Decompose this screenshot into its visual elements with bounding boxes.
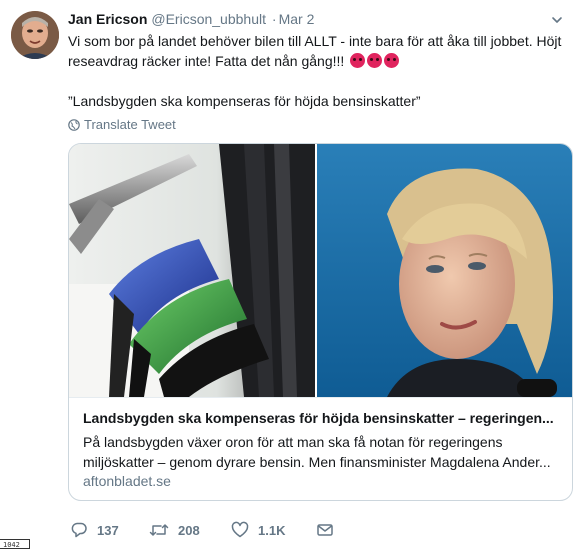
tweet-body: Vi som bor på landet behöver bilen till … <box>68 31 572 71</box>
tweet-body-text: Vi som bor på landet behöver bilen till … <box>68 33 562 69</box>
heart-icon <box>231 521 249 538</box>
retweet-icon <box>149 524 169 536</box>
card-desc-line: På landsbygden växer oron för att man sk… <box>83 434 503 450</box>
author-handle[interactable]: @Ericson_ubbhult <box>151 11 266 27</box>
angry-face-icon <box>384 53 400 68</box>
link-card[interactable]: Landsbygden ska kompenseras för höjda be… <box>68 143 573 501</box>
envelope-icon <box>317 524 333 536</box>
tweet-text: Vi som bor på landet behöver bilen till … <box>68 31 572 111</box>
retweet-count: 208 <box>178 523 200 538</box>
reply-icon <box>71 522 87 538</box>
separator-dot: · <box>271 11 277 27</box>
card-domain[interactable]: aftonbladet.se <box>83 473 171 489</box>
card-body[interactable]: Landsbygden ska kompenseras för höjda be… <box>69 397 572 500</box>
translate-label: Translate Tweet <box>84 117 176 132</box>
tweet[interactable]: Jan Ericson @Ericson_ubbhult · Mar 2 Vi so… <box>0 0 582 549</box>
author-name[interactable]: Jan Ericson <box>68 11 147 27</box>
card-title[interactable]: Landsbygden ska kompenseras för höjda be… <box>83 410 559 426</box>
card-description: På landsbygden växer oron för att man sk… <box>83 432 563 472</box>
tweet-date[interactable]: Mar 2 <box>279 11 315 27</box>
tweet-header: Jan Ericson @Ericson_ubbhult · Mar 2 <box>68 11 564 31</box>
tweet-quote: ”Landsbygden ska kompenseras för höjda b… <box>68 93 421 109</box>
like-count: 1.1K <box>258 523 286 538</box>
chevron-down-icon[interactable] <box>550 13 564 27</box>
reply-button[interactable]: 137 <box>70 521 119 541</box>
corner-tag: 1042 <box>0 539 30 549</box>
reply-count: 137 <box>97 523 119 538</box>
like-button[interactable]: 1.1K <box>231 521 285 541</box>
globe-icon <box>68 119 80 131</box>
angry-face-icon <box>367 53 383 68</box>
translate-tweet-link[interactable]: Translate Tweet <box>68 117 176 132</box>
retweet-button[interactable]: 208 <box>149 521 200 541</box>
direct-message-button[interactable] <box>316 521 343 541</box>
fuel-nozzles-image <box>69 144 315 397</box>
portrait-image <box>317 144 572 397</box>
avatar[interactable] <box>11 11 59 59</box>
card-desc-line: miljöskatter – genom dyrare bensin. Men … <box>83 454 551 470</box>
angry-face-icon <box>350 53 366 68</box>
